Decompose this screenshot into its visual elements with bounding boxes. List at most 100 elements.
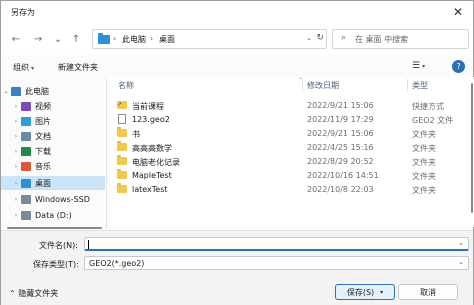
sidebar-item[interactable]: ⌄ 此电脑 — [1, 84, 105, 98]
file-row[interactable]: 当前课程 2022/9/21 15:06 快捷方式 — [110, 99, 470, 111]
file-name: 123.geo2 — [132, 115, 170, 124]
breadcrumb-this-pc[interactable]: 此电脑 — [122, 34, 146, 45]
file-modified-date: 2022/4/25 15:16 — [307, 143, 374, 152]
search-icon: ⌕ — [341, 33, 347, 43]
desktop-icon — [21, 178, 31, 188]
text-caret — [88, 240, 89, 249]
scrollbar-thumb[interactable] — [7, 227, 102, 229]
dropdown-arrow-icon: ▾ — [31, 65, 35, 72]
sidebar-item[interactable]: › 文档 — [1, 129, 105, 143]
sidebar-item-label: 文档 — [35, 131, 51, 141]
sidebar-item[interactable]: › 图片 — [1, 114, 105, 128]
save-button[interactable]: 保存(S) ▾ — [335, 284, 395, 300]
sidebar-item-label: 此电脑 — [25, 86, 49, 96]
scrollbar-thumb[interactable] — [471, 83, 473, 213]
filetype-select[interactable]: GEO2(*.geo2) ⌄ — [84, 256, 469, 270]
forward-arrow-icon[interactable]: → — [31, 32, 45, 46]
breadcrumb-separator: › — [150, 34, 154, 43]
cancel-button[interactable]: 取消 — [398, 284, 458, 300]
column-header-modified[interactable]: 修改日期 — [307, 80, 339, 91]
column-divider[interactable] — [302, 79, 303, 91]
sidebar-item[interactable]: › 视频 — [1, 99, 105, 113]
column-header-name[interactable]: 名称 — [118, 80, 134, 91]
expand-chevron-icon[interactable]: › — [11, 118, 21, 125]
file-row[interactable]: MapleTest 2022/10/16 14:51 文件夹 — [110, 169, 470, 181]
file-name: latexTest — [132, 185, 168, 194]
expand-chevron-icon[interactable]: › — [11, 103, 21, 110]
sidebar-item[interactable]: › Data (D:) — [1, 208, 105, 222]
search-input[interactable]: ⌕ 在 桌面 中搜索 — [332, 29, 469, 49]
address-bar[interactable]: › 此电脑 › 桌面 ⌄ ↻ — [92, 29, 327, 49]
file-type: GEO2 文件 — [412, 116, 454, 125]
file-name: MapleTest — [132, 171, 172, 180]
sidebar-item-label: 下载 — [35, 146, 51, 156]
file-icon — [118, 114, 126, 124]
navigation-bar: ← → ⌄ ↑ › 此电脑 › 桌面 ⌄ ↻ ⌕ 在 桌面 中搜索 — [1, 23, 473, 55]
save-button-label: 保存(S) — [346, 287, 375, 297]
shortcut-icon — [117, 101, 127, 109]
command-bar: 组织 ▾ 新建文件夹 ☰ ▾ ? — [1, 57, 473, 77]
folder-icon — [117, 155, 127, 165]
help-icon[interactable]: ? — [452, 60, 465, 73]
sidebar-item[interactable]: › 音乐 — [1, 159, 105, 173]
column-header-type[interactable]: 类型 — [412, 80, 428, 91]
file-type: 文件夹 — [412, 186, 436, 195]
download-icon — [21, 146, 31, 156]
filename-field[interactable]: ⌄ — [84, 237, 469, 251]
folder-icon — [117, 127, 127, 137]
dropdown-arrow-icon[interactable]: ▾ — [380, 289, 383, 296]
chevron-down-icon[interactable]: ⌄ — [458, 239, 464, 247]
hide-folders-toggle[interactable]: ⌃ 隐藏文件夹 — [9, 288, 58, 299]
hide-folders-label: 隐藏文件夹 — [18, 289, 59, 298]
organize-button[interactable]: 组织 ▾ — [13, 62, 34, 73]
save-options-panel: 文件名(N): ⌄ 保存类型(T): GEO2(*.geo2) ⌄ ⌃ 隐藏文件… — [1, 230, 473, 305]
expand-chevron-icon[interactable]: › — [11, 212, 21, 219]
file-row[interactable]: latexTest 2022/10/8 22:03 文件夹 — [110, 183, 470, 195]
sidebar-item[interactable]: › 桌面 — [1, 176, 105, 190]
new-folder-button[interactable]: 新建文件夹 — [58, 62, 98, 73]
column-divider[interactable] — [407, 79, 408, 91]
music-icon — [21, 161, 31, 171]
sidebar-item[interactable]: › Windows-SSD — [1, 192, 105, 206]
sidebar-item-label: Windows-SSD — [35, 194, 90, 204]
recent-locations-chevron-icon[interactable]: ⌄ — [51, 32, 65, 46]
computer-icon — [11, 86, 21, 96]
save-as-dialog: 另存为 ✕ ← → ⌄ ↑ › 此电脑 › 桌面 ⌄ ↻ ⌕ 在 桌面 中搜索 … — [0, 0, 474, 305]
expand-chevron-icon[interactable]: › — [11, 180, 21, 187]
organize-label: 组织 — [13, 63, 29, 72]
file-row[interactable]: 电脑老化记录 2022/8/29 20:52 文件夹 — [110, 155, 470, 167]
file-name: 高高高数学 — [132, 144, 172, 153]
folder-icon — [98, 33, 110, 44]
sidebar-item-label: Data (D:) — [35, 210, 72, 220]
sidebar-item[interactable]: › 下载 — [1, 144, 105, 158]
file-row[interactable]: 123.geo2 2022/11/9 17:29 GEO2 文件 — [110, 113, 470, 125]
file-row[interactable]: 高高高数学 2022/4/25 15:16 文件夹 — [110, 141, 470, 153]
address-dropdown-icon[interactable]: ⌄ — [306, 34, 312, 42]
refresh-icon[interactable]: ↻ — [316, 33, 324, 43]
search-placeholder: 在 桌面 中搜索 — [355, 35, 409, 44]
folder-icon — [117, 183, 127, 193]
folder-icon — [117, 141, 127, 151]
expand-chevron-icon[interactable]: › — [11, 196, 21, 203]
expand-chevron-icon[interactable]: ⌄ — [1, 88, 11, 95]
breadcrumb-separator: › — [113, 34, 117, 43]
expand-chevron-icon[interactable]: › — [11, 148, 21, 155]
breadcrumb-desktop[interactable]: 桌面 — [159, 34, 175, 45]
filename-label: 文件名(N): — [39, 241, 78, 250]
vertical-scrollbar[interactable] — [470, 79, 474, 225]
chevron-down-icon[interactable]: ⌄ — [458, 258, 464, 266]
file-modified-date: 2022/9/21 15:06 — [307, 129, 374, 138]
expand-chevron-icon[interactable]: › — [11, 133, 21, 140]
file-modified-date: 2022/9/21 15:06 — [307, 101, 374, 110]
file-list: ⌃ 名称 修改日期 类型 当前课程2022/9/21 15:06快捷方式123.… — [110, 77, 474, 227]
close-icon[interactable]: ✕ — [449, 4, 467, 20]
chevron-up-icon: ⌃ — [9, 289, 16, 298]
file-row[interactable]: 书 2022/9/21 15:06 文件夹 — [110, 127, 470, 139]
back-arrow-icon[interactable]: ← — [9, 32, 23, 46]
up-arrow-icon[interactable]: ↑ — [69, 32, 83, 46]
expand-chevron-icon[interactable]: › — [11, 163, 21, 170]
file-modified-date: 2022/8/29 20:52 — [307, 157, 374, 166]
sidebar-item-label: 音乐 — [35, 161, 51, 171]
view-options-icon[interactable]: ☰ ▾ — [412, 61, 425, 71]
file-type: 文件夹 — [412, 158, 436, 167]
